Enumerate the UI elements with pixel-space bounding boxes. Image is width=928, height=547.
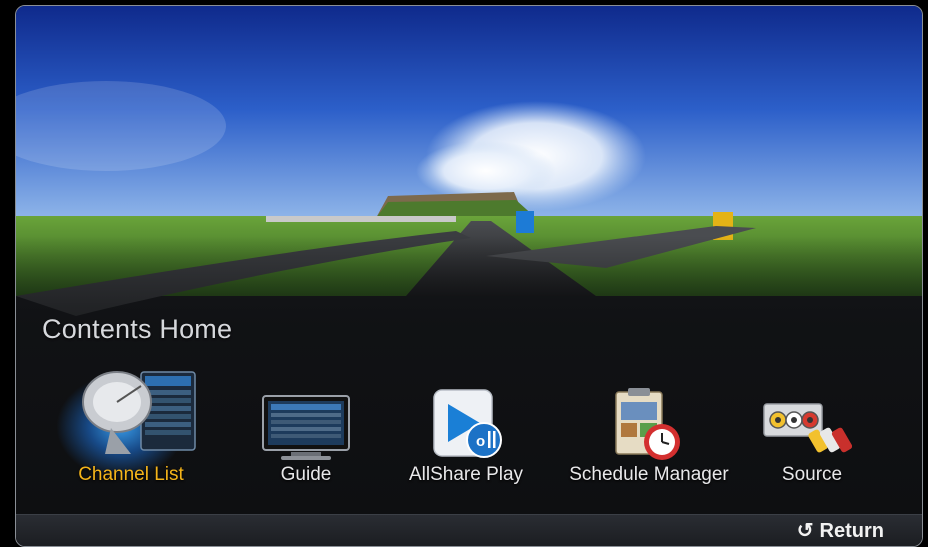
av-cable-icon <box>763 403 852 453</box>
allshare-play-icon: o <box>433 389 502 458</box>
menu-item-label: AllShare Play <box>408 464 524 485</box>
app-menu: Channel List Guide o AllShare Play Sched… <box>16 371 922 494</box>
contents-home-panel: Contents Home Channel List Guide o AllSh… <box>15 5 923 547</box>
clock-schedule-icon <box>615 388 680 460</box>
return-button[interactable]: ↺ Return <box>797 518 884 543</box>
menu-item-label: Guide <box>280 464 332 485</box>
return-arrow-icon: ↺ <box>796 520 814 542</box>
svg-text:o: o <box>476 433 485 450</box>
menu-item-label: Schedule Manager <box>569 464 729 485</box>
menu-item-label: Source <box>781 464 843 485</box>
tv-guide-icon <box>262 395 350 460</box>
bottom-bar <box>16 514 922 546</box>
page-title: Contents Home <box>42 314 233 344</box>
menu-item-label: Channel List <box>78 464 184 485</box>
return-label: Return <box>819 520 884 542</box>
satellite-dish-icon <box>82 371 196 454</box>
